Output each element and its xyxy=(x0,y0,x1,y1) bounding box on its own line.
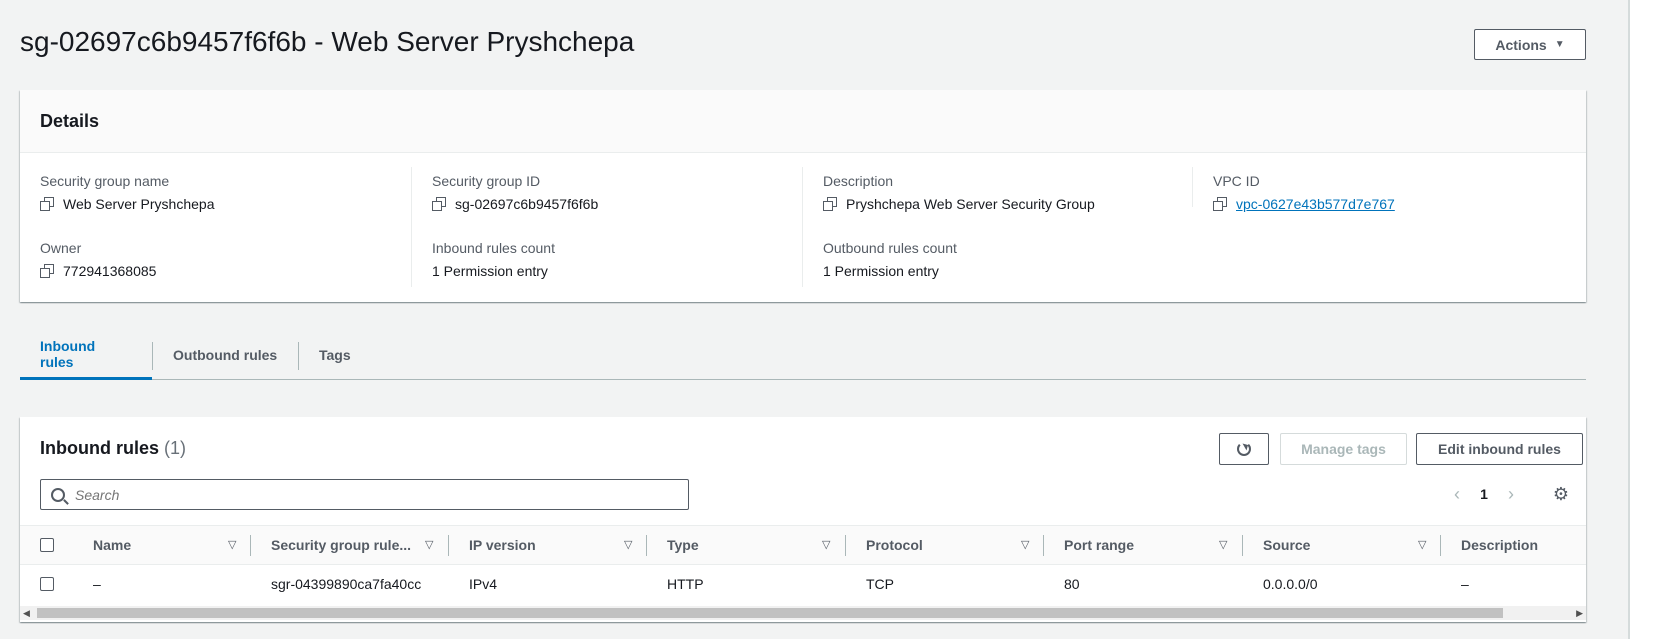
vpc-id-link[interactable]: vpc-0627e43b577d7e767 xyxy=(1236,196,1395,212)
settings-gear-icon[interactable]: ⚙ xyxy=(1551,484,1571,504)
manage-tags-button[interactable]: Manage tags xyxy=(1280,433,1407,465)
sort-icon[interactable]: ▽ xyxy=(1219,538,1227,551)
column-header-ip-version[interactable]: IP version xyxy=(469,526,536,564)
refresh-button[interactable] xyxy=(1219,433,1269,465)
cell-source: 0.0.0.0/0 xyxy=(1263,576,1318,592)
page-title: sg-02697c6b9457f6f6b - Web Server Pryshc… xyxy=(20,26,635,57)
row-checkbox[interactable] xyxy=(40,577,54,591)
column-divider[interactable] xyxy=(646,535,647,556)
column-divider[interactable] xyxy=(1440,535,1441,556)
previous-page-icon[interactable]: ‹ xyxy=(1448,484,1466,505)
cell-ip-version: IPv4 xyxy=(469,576,498,592)
inbound-rules-count-value: 1 Permission entry xyxy=(432,263,548,279)
column-divider[interactable] xyxy=(448,535,449,556)
cell-port-range: 80 xyxy=(1064,576,1080,592)
caret-down-icon: ▼ xyxy=(1554,39,1565,50)
column-divider[interactable] xyxy=(250,535,251,556)
description-value: Pryshchepa Web Server Security Group xyxy=(846,196,1095,212)
copy-icon[interactable] xyxy=(432,197,446,211)
details-panel: Details Security group name Web Server P… xyxy=(20,90,1586,302)
description-label: Description xyxy=(823,173,894,189)
tab-inbound-rules[interactable]: Inbound rules xyxy=(20,330,152,380)
sort-icon[interactable]: ▽ xyxy=(425,538,433,551)
search-field[interactable] xyxy=(40,479,689,510)
pagination: ‹ 1 › xyxy=(1448,481,1520,507)
inbound-rules-count-label: Inbound rules count xyxy=(432,240,555,256)
actions-button[interactable]: Actions ▼ xyxy=(1474,29,1586,60)
cell-type: HTTP xyxy=(667,576,704,592)
outbound-rules-count-value: 1 Permission entry xyxy=(823,263,939,279)
next-page-icon[interactable]: › xyxy=(1502,484,1520,505)
sort-icon[interactable]: ▽ xyxy=(624,538,632,551)
scroll-right-icon[interactable]: ▶ xyxy=(1576,606,1583,620)
details-column-2: Security group ID sg-02697c6b9457f6f6b I… xyxy=(411,167,802,287)
inbound-rules-title: Inbound rules xyxy=(40,438,159,458)
tab-outbound-rules[interactable]: Outbound rules xyxy=(153,330,299,379)
copy-icon[interactable] xyxy=(40,197,54,211)
owner-value: 772941368085 xyxy=(63,263,157,279)
refresh-icon xyxy=(1237,442,1251,456)
inbound-rules-count: (1) xyxy=(164,438,187,458)
column-header-port-range[interactable]: Port range xyxy=(1064,526,1134,564)
select-all-cell xyxy=(40,526,54,564)
security-group-id-label: Security group ID xyxy=(432,173,541,189)
outbound-rules-count-label: Outbound rules count xyxy=(823,240,957,256)
inbound-rules-heading: Inbound rules (1) xyxy=(40,438,186,459)
details-column-1: Security group name Web Server Pryshchep… xyxy=(20,153,420,301)
select-all-checkbox[interactable] xyxy=(40,538,54,552)
copy-icon[interactable] xyxy=(823,197,837,211)
sort-icon[interactable]: ▽ xyxy=(1418,538,1426,551)
scroll-left-icon[interactable]: ◀ xyxy=(23,606,30,620)
cell-rule-id: sgr-04399890ca7fa40cc xyxy=(271,576,422,592)
actions-label: Actions xyxy=(1495,36,1547,53)
column-header-type[interactable]: Type xyxy=(667,526,699,564)
owner-label: Owner xyxy=(40,240,82,256)
column-header-protocol[interactable]: Protocol xyxy=(866,526,923,564)
row-select-cell xyxy=(40,565,54,603)
details-column-4: VPC ID vpc-0627e43b577d7e767 xyxy=(1192,167,1583,212)
current-page[interactable]: 1 xyxy=(1466,486,1502,502)
copy-icon[interactable] xyxy=(40,264,54,278)
vpc-id-label: VPC ID xyxy=(1213,173,1260,189)
details-heading: Details xyxy=(20,90,1586,153)
copy-icon[interactable] xyxy=(1213,197,1227,211)
cell-description: – xyxy=(1461,576,1469,592)
tab-tags[interactable]: Tags xyxy=(299,330,375,379)
inbound-rules-panel: Inbound rules (1) Manage tags Edit inbou… xyxy=(20,417,1586,622)
column-header-name[interactable]: Name xyxy=(93,526,131,564)
scrollbar-thumb[interactable] xyxy=(37,608,1503,618)
edit-inbound-rules-button[interactable]: Edit inbound rules xyxy=(1416,433,1583,465)
cell-name: – xyxy=(93,576,101,592)
security-group-name-value: Web Server Pryshchepa xyxy=(63,196,215,212)
table-header: Name ▽ Security group rule... ▽ IP versi… xyxy=(20,525,1586,565)
search-icon xyxy=(51,487,65,502)
column-divider[interactable] xyxy=(845,535,846,556)
column-header-description[interactable]: Description xyxy=(1461,526,1538,564)
right-gutter xyxy=(1630,0,1678,639)
security-group-id-value: sg-02697c6b9457f6f6b xyxy=(455,196,599,212)
horizontal-scrollbar[interactable]: ◀ ▶ xyxy=(20,606,1586,620)
security-group-name-label: Security group name xyxy=(40,173,170,189)
tab-bar: Inbound rules Outbound rules Tags xyxy=(20,330,1586,380)
breadcrumb[interactable] xyxy=(20,0,580,4)
sort-icon[interactable]: ▽ xyxy=(1021,538,1029,551)
column-header-rule-id[interactable]: Security group rule... xyxy=(271,526,411,564)
sort-icon[interactable]: ▽ xyxy=(822,538,830,551)
search-input[interactable] xyxy=(73,485,657,504)
details-column-3: Description Pryshchepa Web Server Securi… xyxy=(802,167,1193,287)
table-row[interactable]: – sgr-04399890ca7fa40cc IPv4 HTTP TCP 80… xyxy=(20,565,1586,605)
column-divider[interactable] xyxy=(1242,535,1243,556)
sort-icon[interactable]: ▽ xyxy=(228,538,236,551)
cell-protocol: TCP xyxy=(866,576,894,592)
column-divider[interactable] xyxy=(1043,535,1044,556)
column-header-source[interactable]: Source xyxy=(1263,526,1310,564)
